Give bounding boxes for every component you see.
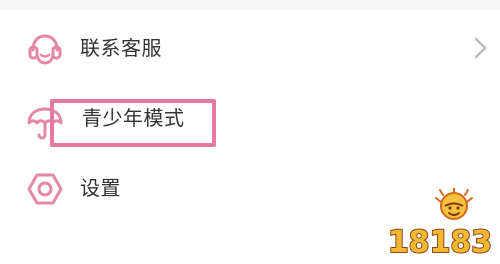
watermark-logo: 18183	[388, 188, 492, 260]
highlight-box	[50, 99, 216, 147]
gear-icon	[27, 173, 63, 205]
top-divider	[0, 0, 500, 10]
headset-icon	[28, 34, 62, 65]
sun-face-logo	[435, 188, 473, 220]
chevron-right-icon	[474, 37, 487, 59]
watermark-text: 18183	[388, 225, 492, 260]
menu-item-customer-service[interactable]: 联系客服	[0, 20, 500, 76]
settings-screen: 联系客服 青少年模式 设置 18183	[0, 0, 500, 264]
menu-item-label: 联系客服	[80, 36, 162, 60]
menu-item-label: 设置	[80, 176, 121, 200]
